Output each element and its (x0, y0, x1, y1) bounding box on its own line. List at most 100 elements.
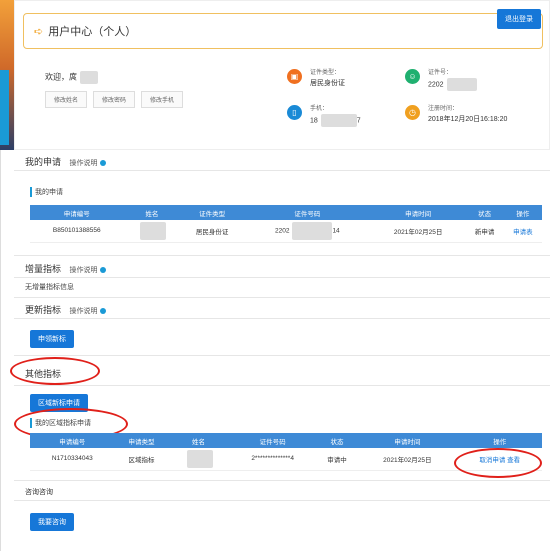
update-title-text: 更新指标 (25, 305, 62, 315)
table-header-row: 申请编号 申请类型 姓名 证件号码 状态 申请时间 操作 (30, 433, 542, 448)
register-time-value: 2018年12月20日16:18:20 (428, 116, 508, 123)
divider (14, 277, 550, 278)
help-icon (99, 267, 106, 274)
redacted-name (186, 449, 213, 468)
table-header-row: 申请编号 姓名 证件类型 证件号码 申请时间 状态 操作 (30, 205, 542, 220)
my-apply-help-link[interactable]: 操作说明 (70, 160, 106, 167)
phone-text: 18 (310, 117, 318, 125)
cell-status: 新申请 (465, 220, 504, 243)
page-title: 用户中心（个人） (48, 26, 137, 38)
divider (14, 500, 550, 501)
edit-password-button[interactable]: 修改密码 (93, 91, 136, 108)
id-number-label: 证件号： (428, 70, 453, 76)
edit-name-button[interactable]: 修改姓名 (45, 91, 88, 108)
col-apply-time: 申请时间 (357, 433, 458, 448)
arrow-right-icon: ➪ (34, 25, 44, 38)
redacted-name (80, 71, 98, 84)
divider (14, 480, 550, 481)
my-apply-help-text: 操作说明 (69, 160, 98, 167)
my-apply-title-text: 我的申请 (25, 157, 62, 167)
annotation-circle (10, 357, 100, 385)
id-type-value: 居民身份证 (310, 80, 345, 87)
phone-icon: ▯ (287, 105, 302, 120)
id-type-info: ▣ 证件类型： 居民身份证 (287, 67, 345, 88)
register-time-info: ◷ 注册时间： 2018年12月20日16:18:20 (405, 103, 507, 124)
cell-action: 申请表 (503, 220, 542, 243)
cell-id-no-tail: 14 (332, 227, 340, 235)
col-action: 操作 (457, 433, 542, 448)
col-name: 姓名 (123, 205, 181, 220)
my-apply-title: 我的申请 操作说明 (25, 155, 106, 168)
col-apply-no: 申请编号 (30, 205, 124, 220)
phone-value: 18 7 (310, 114, 361, 127)
cell-apply-time: 2021年02月25日 (357, 448, 458, 471)
cell-id-type: 居民身份证 (180, 220, 244, 243)
cell-apply-no: B850101388556 (30, 220, 124, 243)
id-number-value: 2202 (428, 78, 477, 91)
consult-button[interactable]: 我要咨询 (30, 513, 74, 531)
apply-new-button[interactable]: 申领新标 (30, 330, 74, 348)
col-apply-time: 申请时间 (370, 205, 466, 220)
divider (14, 297, 550, 298)
col-status: 状态 (465, 205, 504, 220)
cell-name (168, 448, 229, 471)
banner-strip-blue (0, 70, 9, 145)
clock-icon: ◷ (405, 105, 420, 120)
update-title: 更新指标 操作说明 (25, 303, 106, 316)
id-number-info: ☺ 证件号： 2202 (405, 67, 477, 91)
divider (14, 385, 550, 386)
cell-id-no: 2**************4 (228, 448, 317, 471)
profile-buttons: 修改姓名 修改密码 修改手机 (45, 91, 184, 108)
consult-title: 咨询咨询 (25, 489, 53, 496)
divider (14, 170, 550, 171)
col-id-no: 证件号码 (243, 205, 371, 220)
annotation-circle (454, 448, 542, 478)
redacted-name (140, 221, 167, 240)
my-apply-sublabel: 我的申请 (30, 187, 63, 197)
col-action: 操作 (503, 205, 542, 220)
cell-apply-type: 区域指标 (114, 448, 169, 471)
col-apply-no: 申请编号 (30, 433, 115, 448)
divider (14, 255, 550, 256)
user-id-icon: ☺ (405, 69, 420, 84)
cell-name (123, 220, 181, 243)
cell-status: 审请中 (316, 448, 358, 471)
logout-button[interactable]: 退出登录 (497, 9, 541, 29)
cell-apply-time: 2021年02月25日 (370, 220, 466, 243)
col-id-no: 证件号码 (228, 433, 317, 448)
increment-title: 增量指标 操作说明 (25, 262, 106, 275)
welcome-label: 欢迎，庹 (45, 72, 77, 82)
id-type-label: 证件类型： (310, 70, 341, 76)
update-help-text: 操作说明 (69, 308, 98, 315)
phone-text-tail: 7 (356, 117, 361, 125)
col-status: 状态 (316, 433, 358, 448)
increment-nodata: 无增量指标信息 (25, 284, 74, 291)
user-card: ➪ 用户中心（个人） 退出登录 欢迎，庹 修改姓名 修改密码 修改手机 ▣ 证件… (14, 0, 550, 150)
col-apply-type: 申请类型 (114, 433, 169, 448)
help-icon (99, 160, 106, 167)
col-id-type: 证件类型 (180, 205, 244, 220)
id-number-text: 2202 (428, 81, 444, 89)
help-icon (99, 308, 106, 315)
redacted-id (292, 221, 333, 240)
redacted-id (446, 78, 477, 91)
increment-help-link[interactable]: 操作说明 (70, 267, 106, 274)
cell-id-no-head: 2202 (274, 227, 290, 235)
cell-apply-no: N1710334043 (30, 448, 115, 471)
divider (14, 355, 550, 356)
register-time-label: 注册时间： (428, 106, 459, 112)
phone-info: ▯ 手机： 18 7 (287, 103, 361, 127)
title-bar: ➪ 用户中心（个人） (23, 13, 543, 49)
increment-title-text: 增量指标 (25, 264, 62, 274)
cell-id-no: 2202 14 (243, 220, 371, 243)
redacted-phone (320, 114, 357, 127)
edit-phone-button[interactable]: 修改手机 (141, 91, 184, 108)
apply-form-link[interactable]: 申请表 (513, 229, 533, 236)
welcome-text: 欢迎，庹 (45, 71, 98, 84)
id-card-icon: ▣ (287, 69, 302, 84)
col-name: 姓名 (168, 433, 229, 448)
divider (14, 318, 550, 319)
increment-help-text: 操作说明 (69, 267, 98, 274)
update-help-link[interactable]: 操作说明 (70, 308, 106, 315)
phone-label: 手机： (310, 106, 329, 112)
